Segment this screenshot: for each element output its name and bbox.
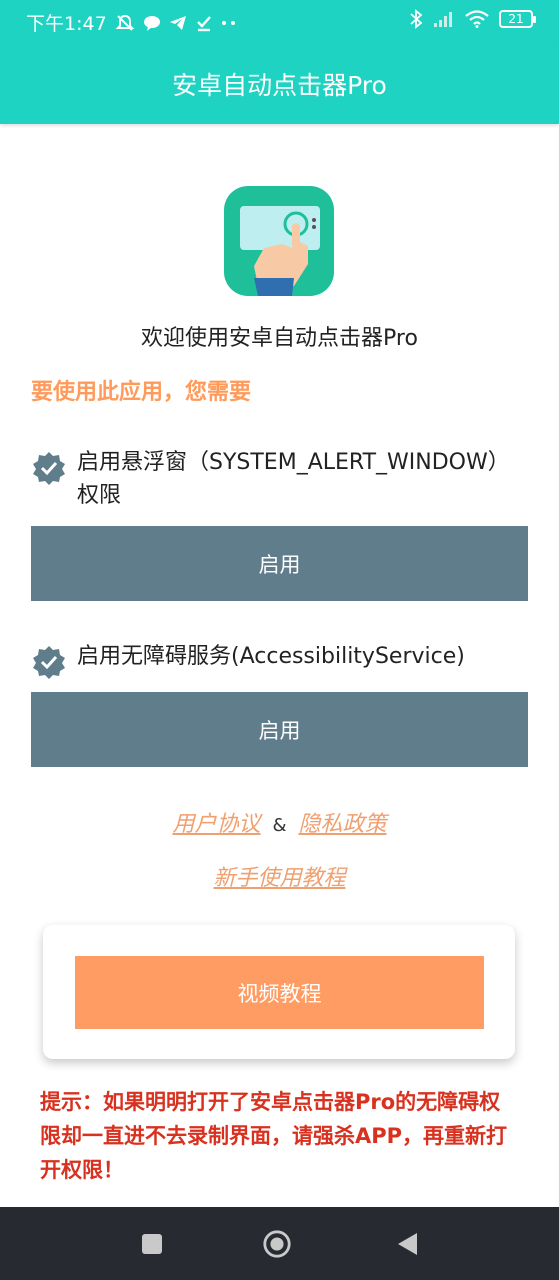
status-bar: 下午1:47 21 [0, 0, 559, 42]
enable-overlay-button[interactable]: 启用 [31, 526, 528, 601]
app-bar: 安卓自动点击器Pro [0, 42, 559, 124]
telegram-icon [169, 14, 187, 32]
status-right: 21 [409, 9, 536, 29]
beginner-tutorial-link[interactable]: 新手使用教程 [213, 866, 345, 891]
permission-accessibility-row: 启用无障碍服务(AccessibilityService) [31, 640, 465, 680]
recents-button[interactable] [137, 1229, 167, 1259]
home-circle-icon [263, 1230, 291, 1258]
requirement-heading: 要使用此应用，您需要 [31, 380, 252, 405]
chat-bubble-icon [143, 14, 161, 32]
battery-level: 21 [508, 12, 524, 26]
enable-accessibility-button[interactable]: 启用 [31, 692, 528, 767]
hint-text: 提示：如果明明打开了安卓点击器Pro的无障碍权限却一直进不去录制界面，请强杀AP… [40, 1090, 508, 1182]
download-check-icon [195, 14, 213, 32]
page-title: 安卓自动点击器Pro [172, 71, 387, 100]
more-dots-icon [221, 19, 237, 27]
wifi-icon [465, 10, 489, 28]
privacy-policy-link[interactable]: 隐私政策 [299, 812, 387, 837]
welcome-text: 欢迎使用安卓自动点击器Pro [141, 326, 418, 351]
verified-check-icon [31, 450, 67, 486]
signal-icon [433, 10, 455, 28]
system-nav-bar [0, 1207, 559, 1280]
verified-check-icon [31, 644, 67, 680]
video-tutorial-button[interactable]: 视频教程 [75, 956, 484, 1029]
home-button[interactable] [262, 1229, 292, 1259]
video-tutorial-card: 视频教程 [43, 925, 515, 1059]
policy-links: 用户协议 & 隐私政策 [0, 806, 559, 838]
permission-overlay-row: 启用悬浮窗（SYSTEM_ALERT_WINDOW）权限 [31, 446, 521, 512]
app-logo-icon [224, 186, 334, 296]
status-left: 下午1:47 [26, 9, 237, 36]
tutorial-link-row: 新手使用教程 [0, 860, 559, 892]
mute-bell-icon [115, 13, 135, 33]
permission-accessibility-label: 启用无障碍服务(AccessibilityService) [77, 644, 465, 669]
permission-overlay-label: 启用悬浮窗（SYSTEM_ALERT_WINDOW）权限 [77, 450, 510, 508]
back-button[interactable] [392, 1229, 422, 1259]
battery-icon: 21 [499, 10, 536, 28]
back-triangle-icon [398, 1233, 417, 1255]
status-time: 下午1:47 [26, 13, 107, 35]
user-agreement-link[interactable]: 用户协议 [172, 812, 260, 837]
links-separator: & [272, 815, 287, 836]
square-icon [142, 1234, 162, 1254]
bluetooth-icon [409, 9, 423, 29]
